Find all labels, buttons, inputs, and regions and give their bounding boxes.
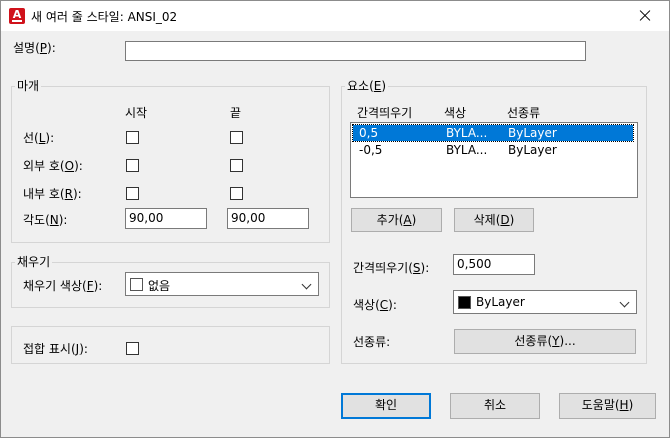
description-label: 설명(P):	[13, 41, 56, 55]
element-offset: -0,5	[359, 143, 383, 157]
chevron-down-icon	[619, 297, 630, 308]
multiline-style-dialog: A 새 여러 줄 스타일: ANSI_02 설명(P): 마개 시작 끝 선(L…	[0, 0, 670, 438]
element-offset: 0,5	[359, 126, 379, 140]
elements-list[interactable]: 0,5 BYLA... ByLayer -0,5 BYLA... ByLayer	[350, 122, 638, 198]
list-item[interactable]: -0,5 BYLA... ByLayer	[353, 142, 633, 158]
chevron-down-icon	[301, 279, 312, 290]
display-joints-checkbox[interactable]	[126, 342, 139, 355]
description-input[interactable]	[125, 41, 586, 61]
fill-color-dropdown[interactable]: 없음	[125, 272, 319, 296]
display-joints-label: 접합 표시(J):	[23, 342, 88, 356]
outer-arc-end-checkbox[interactable]	[230, 159, 243, 172]
list-item[interactable]: 0,5 BYLA... ByLayer	[352, 124, 634, 142]
add-element-button[interactable]: 추가(A)	[351, 208, 442, 232]
element-color: BYLA...	[446, 143, 488, 157]
fill-color-label: 채우기 색상(F):	[23, 279, 103, 293]
outer-arc-label: 외부 호(O):	[23, 159, 83, 173]
inner-arc-start-checkbox[interactable]	[126, 187, 139, 200]
fill-color-value: 없음	[148, 279, 171, 293]
fill-color-swatch	[130, 278, 143, 291]
elements-header-color: 색상	[444, 106, 467, 120]
element-linetype: ByLayer	[508, 126, 557, 140]
line-cap-end-checkbox[interactable]	[230, 131, 243, 144]
autocad-app-icon: A	[9, 8, 25, 24]
color-value: ByLayer	[476, 295, 525, 309]
line-cap-start-checkbox[interactable]	[126, 131, 139, 144]
elements-header-linetype: 선종류	[507, 106, 541, 120]
color-swatch	[458, 296, 471, 309]
fill-group-title: 채우기	[15, 253, 53, 270]
ok-button[interactable]: 확인	[341, 393, 431, 419]
color-label: 색상(C):	[353, 298, 397, 312]
element-color: BYLA...	[446, 126, 488, 140]
inner-arc-label: 내부 호(R):	[23, 187, 82, 201]
angle-start-input[interactable]: 90,00	[125, 208, 207, 229]
caps-group-title: 마개	[15, 77, 42, 94]
help-button[interactable]: 도움말(H)	[559, 393, 656, 419]
inner-arc-end-checkbox[interactable]	[230, 187, 243, 200]
window-title: 새 여러 줄 스타일: ANSI_02	[31, 10, 178, 24]
title-bar: A 새 여러 줄 스타일: ANSI_02	[1, 1, 669, 31]
elements-header-offset: 간격띄우기	[357, 106, 413, 120]
line-cap-label: 선(L):	[23, 131, 55, 145]
cancel-button[interactable]: 취소	[450, 393, 540, 419]
close-icon[interactable]	[621, 1, 669, 31]
elements-group-title: 요소(E)	[345, 77, 389, 94]
caps-start-header: 시작	[125, 106, 148, 120]
element-linetype: ByLayer	[508, 143, 557, 157]
offset-label: 간격띄우기(S):	[353, 261, 430, 275]
linetype-label: 선종류:	[353, 335, 391, 349]
color-dropdown[interactable]: ByLayer	[453, 290, 637, 314]
angle-end-input[interactable]: 90,00	[227, 208, 309, 229]
linetype-button[interactable]: 선종류(Y)...	[454, 329, 636, 354]
outer-arc-start-checkbox[interactable]	[126, 159, 139, 172]
caps-end-header: 끝	[230, 106, 242, 120]
offset-input[interactable]: 0,500	[453, 254, 535, 275]
angle-label: 각도(N):	[23, 213, 68, 227]
delete-element-button[interactable]: 삭제(D)	[454, 208, 534, 232]
